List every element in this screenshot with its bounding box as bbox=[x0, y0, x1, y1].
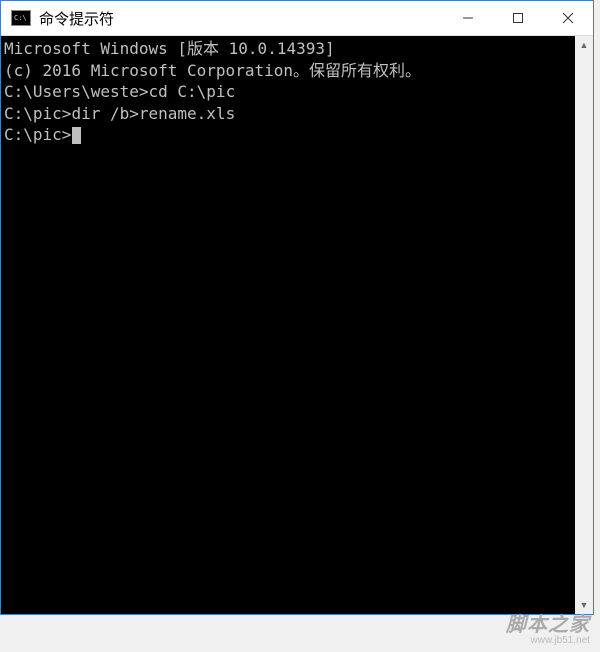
maximize-button[interactable] bbox=[493, 1, 543, 35]
minimize-button[interactable] bbox=[443, 1, 493, 35]
copyright-line: (c) 2016 Microsoft Corporation。保留所有权利。 bbox=[4, 60, 590, 82]
prompt-path: C:\pic> bbox=[4, 125, 71, 144]
close-button[interactable] bbox=[543, 1, 593, 35]
prompt-path: C:\Users\weste> bbox=[4, 82, 149, 101]
command-prompt-window: C:\ 命令提示符 Microsoft Windows [版本 10.0.143… bbox=[0, 0, 594, 615]
cursor-icon bbox=[72, 127, 81, 144]
terminal-output[interactable]: Microsoft Windows [版本 10.0.14393](c) 201… bbox=[1, 36, 593, 614]
scroll-down-button[interactable]: ▼ bbox=[575, 596, 593, 614]
command-text: dir /b>rename.xls bbox=[71, 104, 235, 123]
command-text: cd C:\pic bbox=[149, 82, 236, 101]
window-controls bbox=[443, 1, 593, 35]
titlebar[interactable]: C:\ 命令提示符 bbox=[1, 1, 593, 36]
prompt-path: C:\pic> bbox=[4, 104, 71, 123]
command-line-1: C:\Users\weste>cd C:\pic bbox=[4, 81, 590, 103]
version-line: Microsoft Windows [版本 10.0.14393] bbox=[4, 38, 590, 60]
scroll-up-button[interactable]: ▲ bbox=[575, 36, 593, 54]
current-prompt: C:\pic> bbox=[4, 124, 590, 146]
watermark-url: www.jb51.net bbox=[506, 635, 590, 646]
command-line-2: C:\pic>dir /b>rename.xls bbox=[4, 103, 590, 125]
vertical-scrollbar[interactable]: ▲ ▼ bbox=[575, 36, 593, 614]
scroll-track[interactable] bbox=[575, 54, 593, 596]
app-icon: C:\ bbox=[11, 10, 31, 26]
window-title: 命令提示符 bbox=[39, 8, 443, 29]
